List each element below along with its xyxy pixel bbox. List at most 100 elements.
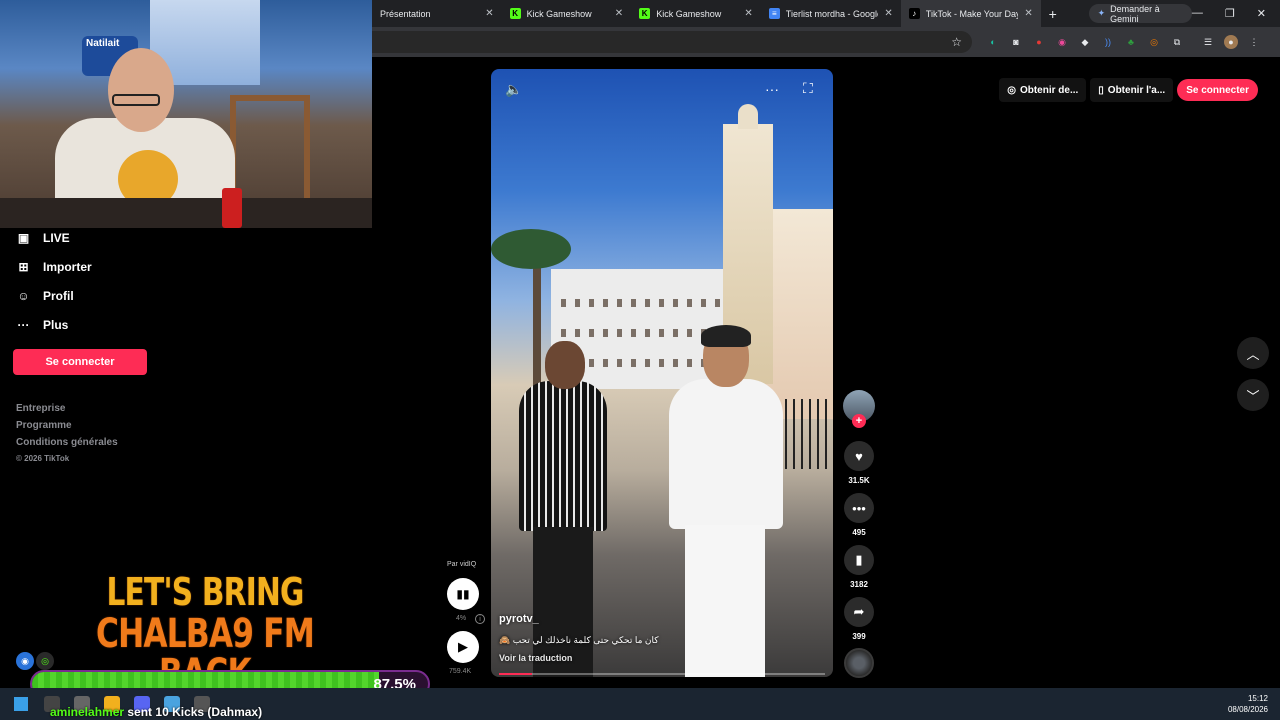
tab-kick-gameshow-1[interactable]: K Kick Gameshow ✕: [502, 0, 632, 27]
promo-line-1: LET'S BRING: [106, 570, 304, 614]
previous-video-button[interactable]: ︿: [1237, 337, 1269, 369]
profile-avatar-icon[interactable]: ●: [1224, 35, 1238, 49]
info-icon[interactable]: i: [475, 614, 485, 624]
follow-plus-icon[interactable]: +: [852, 414, 866, 428]
white-pants: [685, 525, 765, 677]
extensions-area: ◐ ◙ ● ◉ ◆ )) ♣ ◎ ⧉ ☰ ● ⋮: [986, 35, 1261, 49]
clock-time: 15:12: [1247, 694, 1268, 703]
fullscreen-icon[interactable]: ⛶: [803, 80, 813, 97]
next-video-button[interactable]: ﹀: [1237, 379, 1269, 411]
tab-title: Kick Gameshow: [526, 8, 592, 19]
restore-icon[interactable]: ❐: [1225, 7, 1235, 20]
save-count: 3182: [850, 580, 868, 589]
tiktok-favicon-icon: ♪: [908, 8, 920, 19]
audio-extension-icon[interactable]: )): [1101, 35, 1115, 49]
orange-extension-icon[interactable]: ◎: [1147, 35, 1161, 49]
comment-action[interactable]: ••• 495: [844, 493, 874, 537]
bookmark-icon[interactable]: ▮: [844, 545, 874, 575]
close-tab-icon[interactable]: ✕: [1024, 8, 1032, 19]
upload-plus-icon: ⊞: [18, 259, 29, 274]
close-tab-icon[interactable]: ✕: [884, 8, 892, 19]
tab-presentation[interactable]: Présentation ✕: [372, 0, 502, 27]
window-controls: — ❐ ✕: [1192, 7, 1280, 20]
vidiq-stats-button[interactable]: ▮▮: [447, 578, 479, 610]
sidebar-item-label: Importer: [43, 259, 92, 274]
tab-google-docs[interactable]: ≡ Tierlist mordha - Google D ✕: [761, 0, 901, 27]
sidebar-connect-button[interactable]: Se connecter: [13, 349, 147, 375]
live-tv-icon: ▣: [17, 230, 30, 245]
heart-icon[interactable]: ♥: [844, 441, 874, 471]
media-queue-icon[interactable]: ☰: [1201, 35, 1215, 49]
see-translation-link[interactable]: Voir la traduction: [499, 653, 572, 663]
get-coins-label: Obtenir de...: [1019, 84, 1079, 96]
address-bar[interactable]: ☆: [372, 31, 972, 53]
video-actions: + ♥ 31.5K ••• 495 ▮ 3182 ➦ 399: [843, 390, 877, 641]
overlay-status-icons: ◉ ◎: [16, 652, 54, 670]
get-coins-button[interactable]: ◎ Obtenir de...: [999, 78, 1087, 102]
view-count: 759.4K: [449, 668, 472, 675]
sidebar-item-plus[interactable]: ··· Plus: [16, 317, 69, 332]
like-action[interactable]: ♥ 31.5K: [844, 441, 874, 485]
minimize-icon[interactable]: —: [1192, 7, 1203, 20]
music-disc-icon[interactable]: [844, 648, 874, 678]
volume-icon[interactable]: 🔈: [505, 81, 522, 98]
minaret-top: [738, 104, 758, 129]
close-tab-icon[interactable]: ✕: [615, 8, 623, 19]
video-author[interactable]: pyrotv_: [499, 613, 539, 625]
tab-kick-gameshow-2[interactable]: K Kick Gameshow ✕: [631, 0, 761, 27]
red-extension-icon[interactable]: ●: [1032, 35, 1046, 49]
close-tab-icon[interactable]: ✕: [485, 8, 493, 19]
white-shirt: [669, 379, 783, 529]
close-window-icon[interactable]: ✕: [1257, 7, 1266, 20]
footer-link-terms[interactable]: Conditions générales: [16, 437, 118, 448]
video-progress-bar[interactable]: [499, 673, 825, 675]
diamond-extension-icon[interactable]: ◆: [1078, 35, 1092, 49]
phone-icon: ▯: [1098, 84, 1104, 96]
close-tab-icon[interactable]: ✕: [744, 8, 752, 19]
kick-favicon-icon: K: [509, 8, 521, 19]
comment-count: 495: [852, 528, 866, 537]
get-app-button[interactable]: ▯ Obtenir l'a...: [1090, 78, 1174, 102]
get-app-label: Obtenir l'a...: [1107, 84, 1166, 96]
bookmark-star-icon[interactable]: ☆: [951, 35, 962, 49]
pink-extension-icon[interactable]: ◉: [1055, 35, 1069, 49]
browser-toolbar: ☆ ◐ ◙ ● ◉ ◆ )) ♣ ◎ ⧉ ☰ ● ⋮: [372, 27, 1280, 57]
play-button[interactable]: ▶: [447, 631, 479, 663]
header-connect-button[interactable]: Se connecter: [1177, 79, 1258, 101]
share-count: 399: [852, 632, 866, 641]
video-player[interactable]: 🔈 ··· ⛶ pyrotv_ كان ما تحكي حتى كلمة ناخ…: [491, 69, 833, 677]
sidebar-item-live[interactable]: ▣ LIVE: [16, 230, 70, 245]
save-action[interactable]: ▮ 3182: [844, 545, 874, 589]
system-clock[interactable]: 15:12 08/08/2026: [1228, 693, 1268, 715]
vidiq-percent: 4%: [456, 615, 467, 622]
head: [545, 341, 585, 389]
puzzle-extensions-icon[interactable]: ⧉: [1170, 35, 1184, 49]
palm-leaves: [491, 229, 571, 269]
sidebar-item-label: LIVE: [43, 230, 70, 245]
share-action[interactable]: ➦ 399: [844, 597, 874, 641]
streamer-head: [108, 48, 174, 132]
red-can: [222, 188, 242, 228]
sidebar-item-profil[interactable]: ☺ Profil: [16, 288, 73, 303]
new-tab-button[interactable]: +: [1041, 6, 1065, 22]
share-arrow-icon[interactable]: ➦: [844, 597, 874, 627]
bar-chart-icon: ▮▮: [456, 587, 470, 601]
gemini-button[interactable]: ✦ Demander à Gemini: [1088, 4, 1192, 24]
menu-kebab-icon[interactable]: ⋮: [1247, 35, 1261, 49]
tab-tiktok[interactable]: ♪ TikTok - Make Your Day ✕: [900, 0, 1041, 27]
extension-green-icon[interactable]: ◐: [986, 35, 1000, 49]
coin-icon: ◎: [1007, 84, 1016, 96]
kick-donation-alert: aminelahmer sent 10 Kicks (Dahmax): [50, 705, 262, 719]
camera-extension-icon[interactable]: ◙: [1009, 35, 1023, 49]
more-options-icon[interactable]: ···: [765, 81, 779, 97]
sidebar-item-importer[interactable]: ⊞ Importer: [16, 259, 92, 274]
comment-icon[interactable]: •••: [844, 493, 874, 523]
windows-start-icon[interactable]: [14, 697, 28, 711]
footer-link-program[interactable]: Programme: [16, 420, 118, 431]
alert-username: aminelahmer: [50, 705, 125, 719]
sidebar-item-label: Plus: [43, 317, 69, 332]
creator-avatar[interactable]: +: [843, 390, 875, 428]
green-extension-icon[interactable]: ♣: [1124, 35, 1138, 49]
footer-link-company[interactable]: Entreprise: [16, 403, 118, 414]
glasses: [112, 94, 160, 106]
